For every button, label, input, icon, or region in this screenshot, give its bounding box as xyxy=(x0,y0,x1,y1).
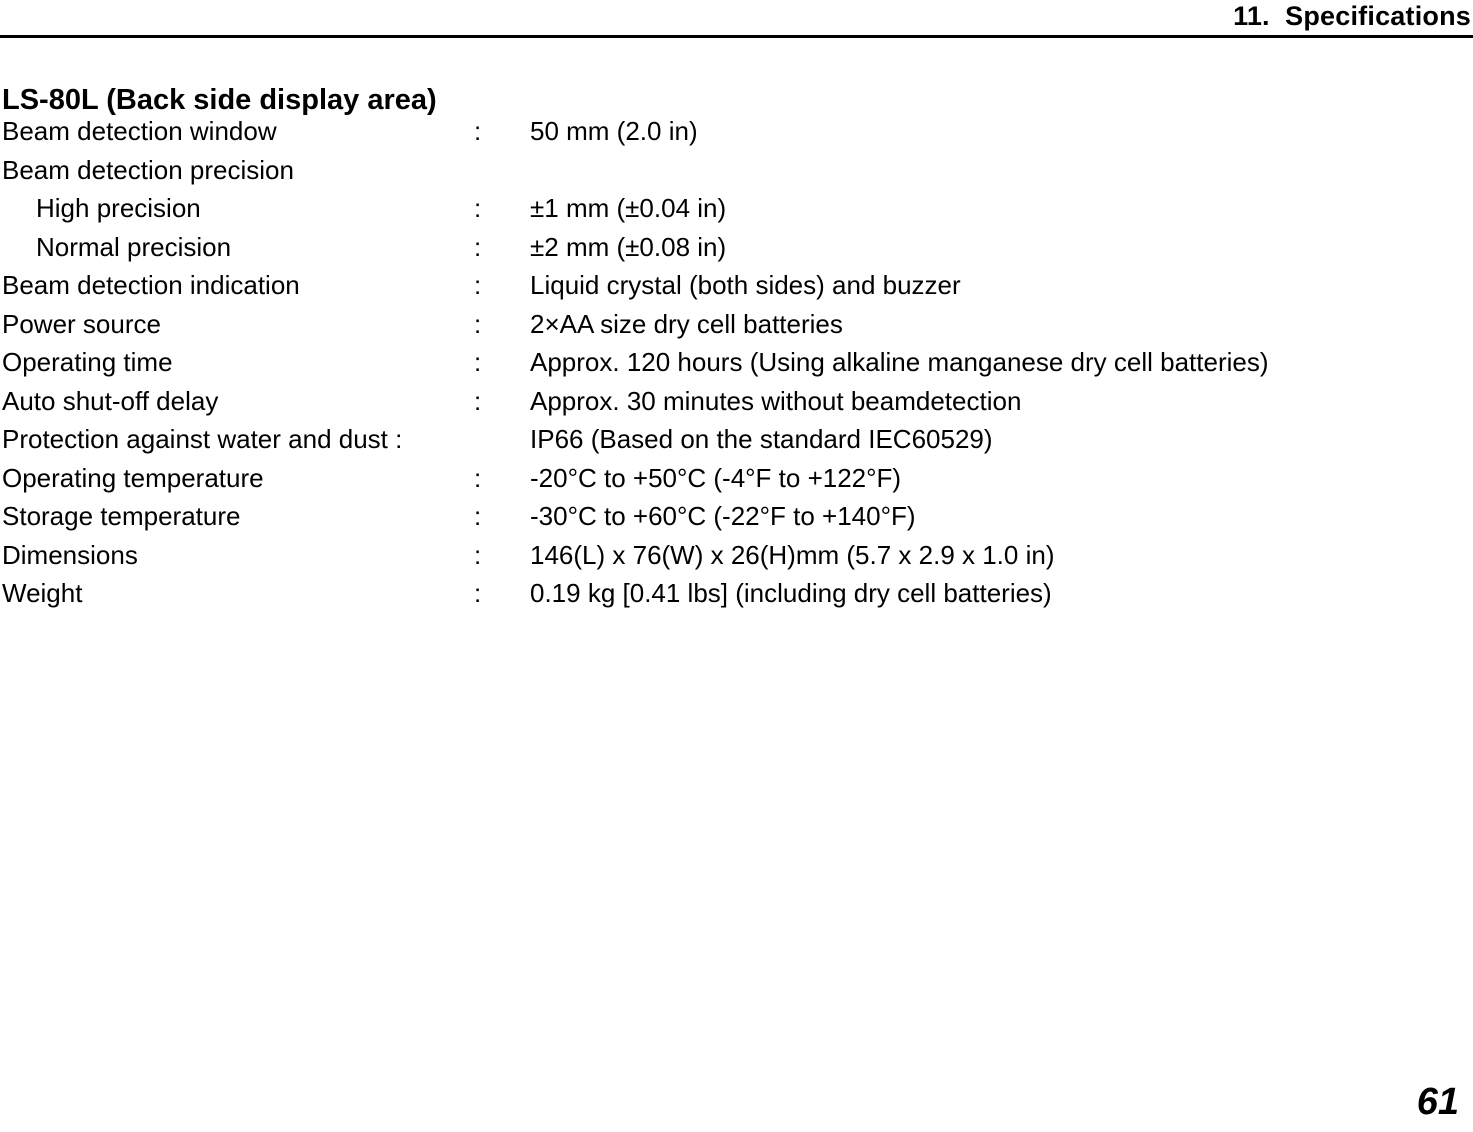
spec-label: Protection against water and dust : xyxy=(2,424,403,454)
spec-row: Protection against water and dust ::IP66… xyxy=(0,420,1473,459)
spec-value: ±1 mm (±0.04 in) xyxy=(530,193,727,223)
spec-label: Auto shut-off delay xyxy=(2,385,219,416)
spec-row: Operating time: Approx. 120 hours (Using … xyxy=(0,343,1473,382)
spec-value: -20°C to +50°C (-4°F to +122°F) xyxy=(530,462,902,493)
spec-label: Operating time xyxy=(2,347,173,377)
spec-label: Operating temperature xyxy=(2,462,264,493)
spec-label: Dimensions xyxy=(2,539,138,570)
spec-label: Power source xyxy=(2,308,161,339)
spec-row: Beam detection indication: Liquid crystal… xyxy=(0,266,1473,305)
spec-value: 2×AA size dry cell batteries xyxy=(530,308,843,339)
spec-colon: : xyxy=(474,347,482,377)
spec-value: IP66 (Based on the standard IEC60529) xyxy=(530,424,993,454)
spec-colon: : xyxy=(474,308,482,339)
spec-row: Power source: 2×AA size dry cell batterie… xyxy=(0,305,1473,344)
spec-row: Weight: 0.19 kg [0.41 lbs] (including dry… xyxy=(0,574,1473,613)
spec-value: Approx. 30 minutes without beamdetection xyxy=(530,385,1022,416)
spec-colon: : xyxy=(474,578,482,608)
spec-row: Beam detection precision: xyxy=(0,151,1473,190)
spec-colon: : xyxy=(474,462,482,493)
spec-colon: : xyxy=(474,501,482,531)
spec-value: Liquid crystal (both sides) and buzzer xyxy=(530,270,961,300)
spec-colon: : xyxy=(474,385,482,416)
spec-value: 50 mm (2.0 in) xyxy=(530,116,698,146)
spec-colon: : xyxy=(474,270,482,300)
spec-label: Beam detection precision xyxy=(2,154,294,185)
spec-label: High precision xyxy=(36,193,201,223)
spec-colon: : xyxy=(474,231,482,262)
header-rule-divider xyxy=(0,35,1473,38)
spec-value: -30°C to +60°C (-22°F to +140°F) xyxy=(530,501,916,531)
spec-row: Normal precision: ±2 mm (±0.08 in) xyxy=(0,228,1473,267)
spec-label: Storage temperature xyxy=(2,501,241,531)
spec-row: Auto shut-off delay: Approx. 30 minutes w… xyxy=(0,382,1473,421)
spec-value: ±2 mm (±0.08 in) xyxy=(530,231,727,262)
running-header-title: 11. Specifications xyxy=(1233,1,1471,31)
spec-label: Weight xyxy=(2,578,83,608)
spec-row: High precision: ±1 mm (±0.04 in) xyxy=(0,189,1473,228)
spec-label: Normal precision xyxy=(36,231,232,262)
spec-label: Beam detection window xyxy=(2,116,277,146)
specifications-page: 11. Specifications LS-80L (Back side dis… xyxy=(0,0,1473,1132)
spec-value: Approx. 120 hours (Using alkaline mangan… xyxy=(530,347,1269,377)
spec-row: Storage temperature: -30°C to +60°C (-22°… xyxy=(0,497,1473,536)
spec-value: 0.19 kg [0.41 lbs] (including dry cell b… xyxy=(530,578,1052,608)
page-number: 61 xyxy=(1416,1081,1459,1123)
specifications-list: Beam detection window:50 mm (2.0 in) Beam… xyxy=(0,112,1473,613)
spec-colon: : xyxy=(474,116,482,146)
spec-row: Operating temperature: -20°C to +50°C (-4… xyxy=(0,459,1473,498)
spec-colon: : xyxy=(474,193,482,223)
spec-row: Beam detection window: 50 mm (2.0 in) xyxy=(0,112,1473,151)
spec-row: Dimensions: 146(L) x 76(W) x 26(H)mm (5.7… xyxy=(0,536,1473,575)
spec-label: Beam detection indication xyxy=(2,270,300,300)
spec-value: 146(L) x 76(W) x 26(H)mm (5.7 x 2.9 x 1.… xyxy=(530,539,1055,570)
spec-colon: : xyxy=(474,539,482,570)
page-header: 11. Specifications xyxy=(0,0,1473,38)
